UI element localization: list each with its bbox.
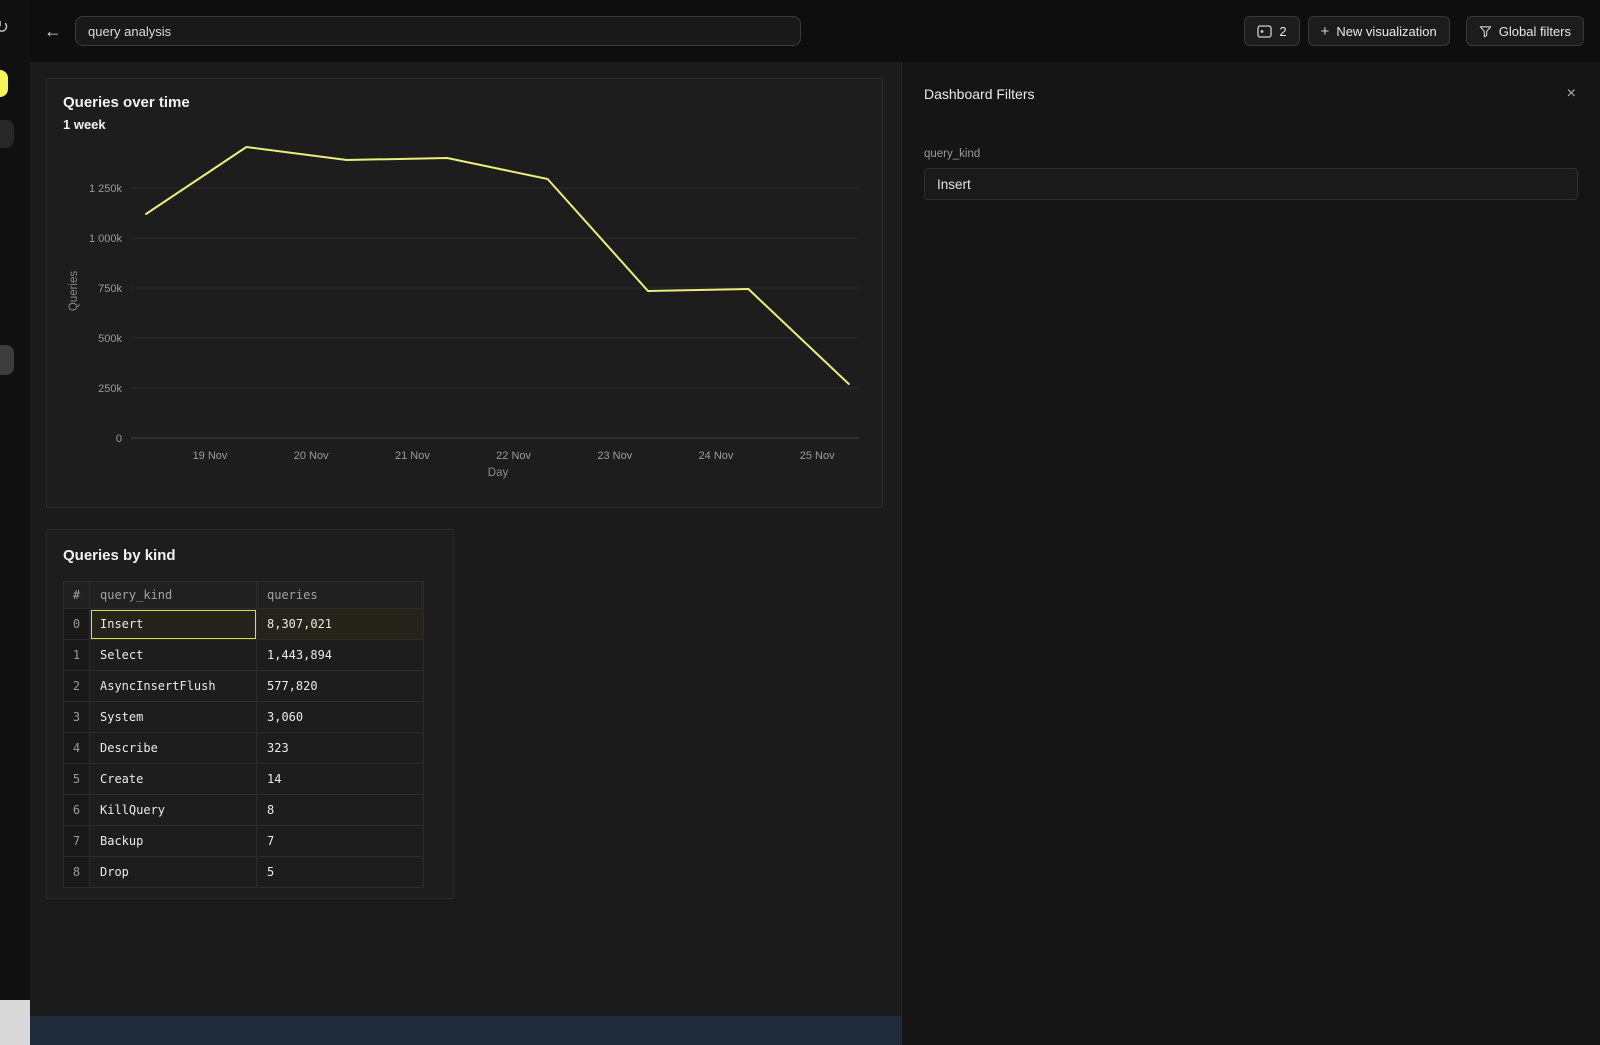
x-tick-label: 23 Nov (597, 450, 632, 462)
x-tick-label: 24 Nov (699, 450, 734, 462)
row-index-cell: 0 (64, 609, 90, 640)
close-icon[interactable]: × (1567, 86, 1576, 102)
query-kind-cell[interactable]: System (90, 702, 257, 733)
table-row[interactable]: 7Backup7 (64, 826, 424, 857)
chart-title: Queries over time (63, 94, 190, 111)
rail-item[interactable] (0, 345, 14, 375)
row-index-cell: 4 (64, 733, 90, 764)
queries-line-chart[interactable]: 0 250k 500k 750k 1 000k 1 250k 19 Nov 20 Nov 21 … (61, 141, 871, 491)
row-index-cell: 5 (64, 764, 90, 795)
new-visualization-label: New visualization (1336, 24, 1436, 39)
rail-bottom-section (0, 1000, 30, 1045)
queries-table-body: 0Insert8,307,0211Select1,443,8942AsyncIn… (64, 609, 424, 888)
queries-cell[interactable]: 14 (257, 764, 424, 795)
topbar-actions: 2 + New visualization Global filters (1244, 16, 1584, 46)
y-tick-label: 500k (98, 333, 122, 345)
table-title: Queries by kind (63, 547, 176, 564)
query-kind-cell[interactable]: Backup (90, 826, 257, 857)
query-kind-filter-input[interactable] (924, 168, 1578, 200)
y-tick-label: 250k (98, 383, 122, 395)
topbar: ← 2 + New visualization Global filters (30, 0, 1600, 62)
new-visualization-button[interactable]: + New visualization (1308, 16, 1450, 46)
global-filters-label: Global filters (1499, 24, 1571, 39)
panel-icon (1257, 25, 1272, 38)
bottom-bar (30, 1016, 901, 1045)
queries-cell[interactable]: 1,443,894 (257, 640, 424, 671)
filters-panel-title: Dashboard Filters (924, 86, 1035, 102)
dashboard-filters-panel: Dashboard Filters × query_kind (901, 62, 1600, 1045)
row-index-cell: 3 (64, 702, 90, 733)
row-index-cell: 2 (64, 671, 90, 702)
table-row[interactable]: 4Describe323 (64, 733, 424, 764)
query-kind-cell[interactable]: Insert (90, 609, 257, 640)
visualization-count: 2 (1279, 24, 1286, 39)
table-row[interactable]: 2AsyncInsertFlush577,820 (64, 671, 424, 702)
row-index-cell: 1 (64, 640, 90, 671)
row-index-cell: 6 (64, 795, 90, 826)
filters-header: Dashboard Filters × (902, 62, 1600, 102)
refresh-icon[interactable]: ↻ (0, 17, 9, 38)
header-index: # (64, 582, 90, 609)
header-query-kind: query_kind (90, 582, 257, 609)
row-index-cell: 8 (64, 857, 90, 888)
x-tick-label: 19 Nov (193, 450, 228, 462)
query-kind-cell[interactable]: Drop (90, 857, 257, 888)
visualization-count-button[interactable]: 2 (1244, 16, 1299, 46)
global-filters-button[interactable]: Global filters (1466, 16, 1584, 46)
queries-cell[interactable]: 3,060 (257, 702, 424, 733)
x-tick-label: 22 Nov (496, 450, 531, 462)
x-tick-label: 21 Nov (395, 450, 430, 462)
query-kind-cell[interactable]: Describe (90, 733, 257, 764)
table-row[interactable]: 5Create14 (64, 764, 424, 795)
query-kind-label: query_kind (924, 148, 1578, 160)
table-row[interactable]: 8Drop5 (64, 857, 424, 888)
queries-cell[interactable]: 8,307,021 (257, 609, 424, 640)
query-kind-cell[interactable]: Select (90, 640, 257, 671)
x-axis-label: Day (488, 467, 509, 479)
header-queries: queries (257, 582, 424, 609)
back-button[interactable]: ← (44, 22, 62, 40)
rail-item[interactable] (0, 120, 14, 148)
y-tick-label: 1 250k (89, 183, 123, 195)
table-row[interactable]: 0Insert8,307,021 (64, 609, 424, 640)
filter-funnel-icon (1479, 25, 1492, 38)
row-index-cell: 7 (64, 826, 90, 857)
query-kind-cell[interactable]: Create (90, 764, 257, 795)
rail-item-active[interactable] (0, 70, 8, 97)
main-content: Queries over time 1 week 0 250k 500k 750k 1 … (30, 62, 901, 1045)
queries-cell[interactable]: 577,820 (257, 671, 424, 702)
plus-icon: + (1321, 24, 1330, 39)
y-tick-label: 0 (116, 433, 122, 445)
y-tick-label: 750k (98, 283, 122, 295)
x-tick-label: 20 Nov (294, 450, 329, 462)
query-kind-cell[interactable]: AsyncInsertFlush (90, 671, 257, 702)
dashboard-title-input[interactable] (75, 16, 801, 46)
queries-table-head: # query_kind queries (64, 582, 424, 609)
table-row[interactable]: 6KillQuery8 (64, 795, 424, 826)
table-header-row: # query_kind queries (64, 582, 424, 609)
queries-table: # query_kind queries 0Insert8,307,0211Se… (63, 581, 424, 888)
series-line (146, 147, 849, 384)
queries-cell[interactable]: 323 (257, 733, 424, 764)
y-axis-label: Queries (68, 271, 80, 312)
table-row[interactable]: 1Select1,443,894 (64, 640, 424, 671)
chart-subtitle: 1 week (63, 117, 106, 132)
query-kind-cell[interactable]: KillQuery (90, 795, 257, 826)
queries-over-time-card: Queries over time 1 week 0 250k 500k 750k 1 … (46, 78, 883, 508)
queries-cell[interactable]: 5 (257, 857, 424, 888)
x-tick-label: 25 Nov (800, 450, 835, 462)
queries-cell[interactable]: 8 (257, 795, 424, 826)
queries-cell[interactable]: 7 (257, 826, 424, 857)
y-tick-label: 1 000k (89, 233, 123, 245)
queries-by-kind-card: Queries by kind # query_kind queries 0In… (46, 529, 454, 899)
left-rail: ↻ (0, 0, 30, 1045)
table-row[interactable]: 3System3,060 (64, 702, 424, 733)
